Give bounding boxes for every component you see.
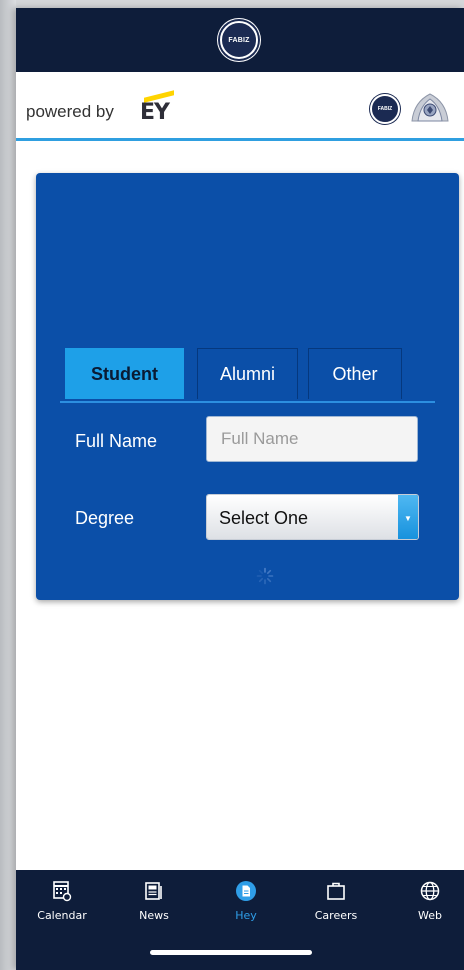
brand-bar: powered by EY FABIZ — [16, 72, 464, 141]
briefcase-icon — [327, 882, 345, 900]
fabiz-logo-text: FABIZ — [220, 21, 258, 59]
nav-hey[interactable]: Hey — [206, 870, 286, 946]
university-crest-icon — [411, 93, 449, 122]
ey-logo: EY — [140, 90, 180, 125]
user-type-tabs: Student Alumni Other — [60, 348, 435, 403]
tab-other[interactable]: Other — [308, 348, 402, 399]
full-name-label: Full Name — [75, 431, 158, 451]
tab-student[interactable]: Student — [65, 348, 184, 399]
newspaper-icon — [145, 882, 162, 900]
tab-alumni[interactable]: Alumni — [197, 348, 298, 399]
nav-label-news: News — [139, 909, 169, 922]
nav-careers[interactable]: Careers — [296, 870, 376, 946]
home-indicator[interactable] — [150, 950, 312, 955]
nav-label-calendar: Calendar — [37, 909, 87, 922]
top-bar: FABIZ — [16, 8, 464, 72]
globe-icon — [420, 881, 440, 901]
nav-news[interactable]: News — [114, 870, 194, 946]
powered-by-text: powered by — [26, 102, 114, 121]
nav-label-careers: Careers — [314, 909, 358, 922]
degree-selected-value: Select One — [207, 495, 399, 539]
degree-select[interactable]: Select One ▼ — [206, 494, 419, 540]
app-screen: FABIZ powered by EY FABIZ Student Alumni… — [16, 8, 464, 970]
document-icon — [236, 881, 256, 901]
nav-calendar[interactable]: Calendar — [22, 870, 102, 946]
nav-web[interactable]: Web — [390, 870, 464, 946]
calendar-icon — [53, 881, 72, 902]
chevron-down-icon[interactable]: ▼ — [398, 495, 418, 539]
ey-logo-text: EY — [140, 100, 170, 125]
degree-label: Degree — [75, 508, 135, 528]
nav-label-web: Web — [418, 909, 442, 922]
fabiz-small-logo: FABIZ — [370, 94, 400, 124]
full-name-input[interactable] — [206, 416, 418, 462]
registration-card: Student Alumni Other Full Name Degree Se… — [36, 173, 459, 600]
nav-label-hey: Hey — [235, 909, 257, 922]
bottom-navigation: Calendar News Hey Careers Web — [16, 870, 464, 970]
background-edge — [0, 0, 16, 970]
loading-spinner-icon — [256, 567, 274, 585]
fabiz-logo: FABIZ — [217, 18, 261, 62]
